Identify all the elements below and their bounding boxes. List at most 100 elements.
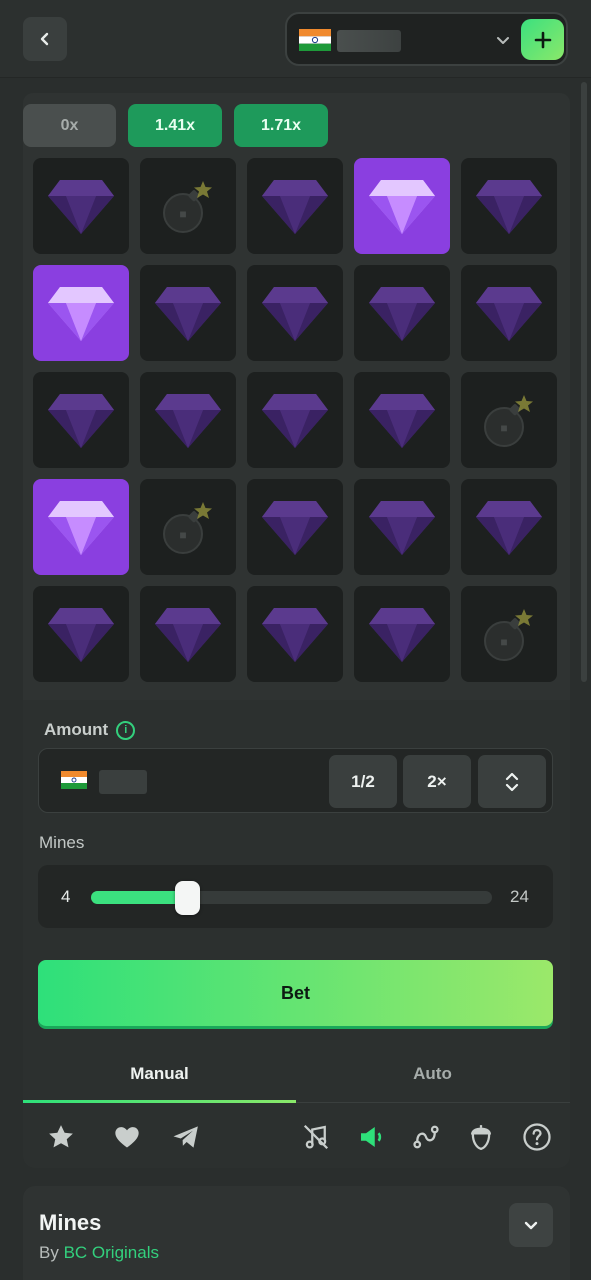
- mines-max: 24: [510, 887, 529, 906]
- mine-icon: ■: [163, 502, 212, 554]
- help-icon: [523, 1123, 551, 1151]
- top-bar: [0, 0, 591, 78]
- balance-hidden: [337, 30, 401, 52]
- multiplier-chip: 1.41x: [128, 104, 222, 147]
- revealed-gem-tile[interactable]: [33, 479, 129, 575]
- mine-icon: ■: [484, 609, 533, 661]
- gem-tile[interactable]: [354, 586, 450, 682]
- multiplier-row: 0x 1.41x 1.71x: [23, 104, 328, 147]
- star-icon: [49, 1125, 73, 1148]
- gem-tile[interactable]: [354, 372, 450, 468]
- double-amount-button[interactable]: 2×: [403, 755, 471, 808]
- svg-text:■: ■: [179, 207, 186, 221]
- tab-auto[interactable]: Auto: [296, 1045, 569, 1103]
- gem-icon: [476, 501, 542, 555]
- slider-handle[interactable]: [175, 881, 201, 915]
- chevron-up-icon[interactable]: [504, 770, 520, 782]
- chevron-down-icon[interactable]: [504, 782, 520, 794]
- gem-tile[interactable]: [140, 372, 236, 468]
- mines-slider-panel: 4 24: [38, 865, 553, 928]
- mines-count: 4: [61, 887, 71, 906]
- gem-tile[interactable]: [461, 158, 557, 254]
- gem-icon: [476, 180, 542, 234]
- svg-text:■: ■: [500, 635, 507, 649]
- info-icon[interactable]: i: [116, 720, 136, 740]
- bet-controls: Amount i 1/2 2× Mines 4 24 Bet Manual Au…: [23, 700, 570, 1168]
- help-button[interactable]: [520, 1120, 554, 1154]
- gem-tile[interactable]: [247, 265, 343, 361]
- gem-tile[interactable]: [33, 586, 129, 682]
- mines-slider[interactable]: [91, 881, 492, 915]
- half-amount-button[interactable]: 1/2: [329, 755, 397, 808]
- india-flag-icon: [61, 771, 87, 789]
- game-info-card: Mines By BC Originals: [23, 1186, 570, 1280]
- music-toggle[interactable]: [299, 1120, 333, 1154]
- gem-icon: [48, 180, 114, 234]
- mine-tile[interactable]: ■: [140, 158, 236, 254]
- fairness-button[interactable]: [409, 1120, 443, 1154]
- gem-tile[interactable]: [140, 265, 236, 361]
- like-button[interactable]: [110, 1120, 144, 1154]
- mine-tile[interactable]: ■: [461, 372, 557, 468]
- deposit-button[interactable]: [521, 19, 564, 60]
- gem-tile[interactable]: [247, 479, 343, 575]
- game-title: Mines: [39, 1210, 102, 1235]
- gem-tile[interactable]: [461, 265, 557, 361]
- heart-icon: [115, 1127, 139, 1148]
- gem-tile[interactable]: [140, 586, 236, 682]
- revealed-gem-tile[interactable]: [354, 158, 450, 254]
- chevron-left-icon: [40, 32, 49, 46]
- amount-stepper[interactable]: [478, 755, 546, 808]
- mine-icon: ■: [484, 395, 533, 447]
- acorn-icon: [471, 1125, 491, 1151]
- game-toolbar: [23, 1110, 570, 1168]
- plus-icon: [534, 31, 551, 48]
- gem-icon: [262, 180, 328, 234]
- back-button[interactable]: [23, 17, 67, 61]
- chevron-down-icon[interactable]: [494, 31, 512, 49]
- mines-label: Mines: [39, 833, 85, 852]
- mine-tile[interactable]: ■: [461, 586, 557, 682]
- gem-tile[interactable]: [461, 479, 557, 575]
- gem-tile[interactable]: [354, 265, 450, 361]
- gem-tile[interactable]: [247, 158, 343, 254]
- gem-icon: [155, 287, 221, 341]
- amount-input[interactable]: 1/2 2×: [38, 748, 553, 813]
- gem-icon: [262, 608, 328, 662]
- svg-text:■: ■: [179, 528, 186, 542]
- gem-icon: [369, 180, 435, 234]
- sound-toggle[interactable]: [354, 1120, 388, 1154]
- gem-tile[interactable]: [33, 158, 129, 254]
- revealed-gem-tile[interactable]: [33, 265, 129, 361]
- active-tab-indicator: [23, 1100, 296, 1103]
- gem-icon: [262, 501, 328, 555]
- multiplier-chip: 1.71x: [234, 104, 328, 147]
- expand-button[interactable]: [509, 1203, 553, 1247]
- gem-icon: [369, 394, 435, 448]
- gem-icon: [48, 501, 114, 555]
- gem-tile[interactable]: [33, 372, 129, 468]
- gem-tile[interactable]: [247, 586, 343, 682]
- favorite-button[interactable]: [44, 1120, 78, 1154]
- amount-hidden: [99, 770, 147, 794]
- scrollbar[interactable]: [581, 82, 587, 682]
- mine-tile[interactable]: ■: [140, 479, 236, 575]
- music-off-icon: [303, 1124, 329, 1150]
- gem-icon: [155, 394, 221, 448]
- route-icon: [413, 1125, 439, 1149]
- bet-button[interactable]: Bet: [38, 960, 553, 1026]
- slider-fill: [91, 891, 188, 904]
- sound-on-icon: [361, 1127, 382, 1147]
- gem-tile[interactable]: [354, 479, 450, 575]
- gem-tile[interactable]: [247, 372, 343, 468]
- mine-icon: ■: [163, 181, 212, 233]
- provider-link[interactable]: BC Originals: [64, 1243, 159, 1262]
- stats-button[interactable]: [464, 1120, 498, 1154]
- share-button[interactable]: [169, 1120, 203, 1154]
- chevron-down-icon: [524, 1221, 538, 1230]
- wallet-selector[interactable]: [285, 12, 568, 66]
- amount-label-text: Amount: [44, 720, 109, 739]
- gem-icon: [48, 394, 114, 448]
- tab-manual[interactable]: Manual: [23, 1045, 296, 1103]
- mines-game-board: 0x 1.41x 1.71x ■ ■ ■ ■: [23, 93, 570, 700]
